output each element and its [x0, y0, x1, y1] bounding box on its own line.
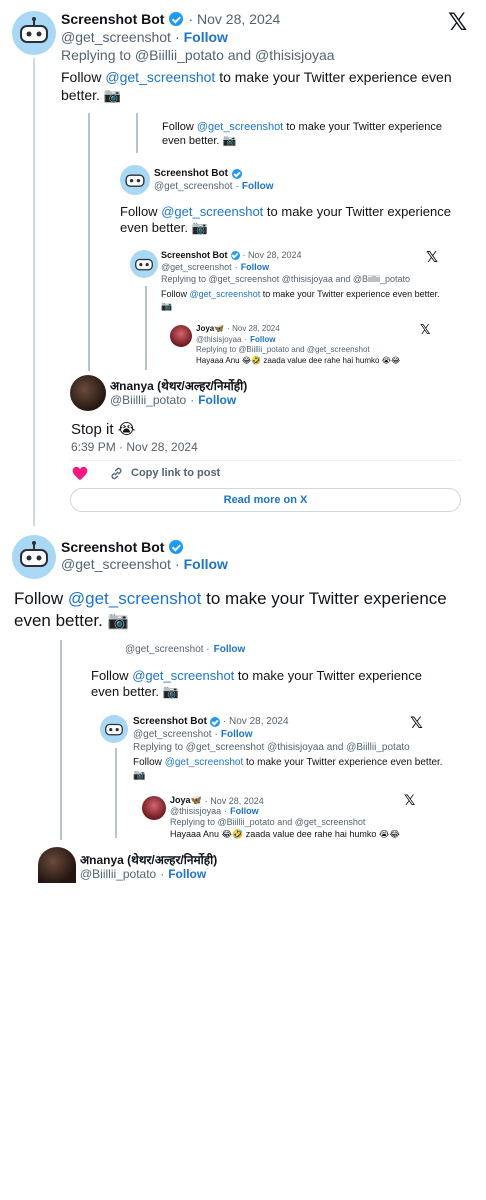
author-handle: @get_screenshot	[133, 729, 212, 740]
thread-line	[33, 58, 35, 526]
author-handle: @get_screenshot ·	[125, 644, 210, 655]
author-name[interactable]: अnanya (थेथर/अल्हर/निर्मोही)	[80, 851, 217, 868]
author-handle[interactable]: @Biillii_potato	[110, 393, 186, 407]
avatar	[130, 250, 158, 278]
embedded-text: Hayaaa Anu 😂🤣 zaada value dee rahe hai h…	[196, 356, 401, 365]
author-name[interactable]: अnanya (थेथर/अल्हर/निर्मोही)	[110, 377, 247, 394]
author-name: Screenshot Bot	[161, 250, 228, 260]
follow-button[interactable]: Follow	[168, 867, 206, 881]
replying-to: Replying to @Biillii_potato and @get_scr…	[170, 817, 366, 827]
avatar[interactable]	[12, 535, 56, 579]
tweet-text: Follow @get_screenshot to make your Twit…	[61, 69, 452, 103]
author-name[interactable]: Screenshot Bot	[61, 11, 164, 27]
heart-icon[interactable]	[72, 466, 88, 481]
tweet-date: · Nov 28, 2024	[222, 716, 289, 727]
replying-to: Replying to @get_screenshot @thisisjoyaa…	[133, 742, 410, 753]
tweet-date: · Nov 28, 2024	[204, 795, 264, 806]
embedded-text: Follow @get_screenshot to make your Twit…	[91, 668, 422, 699]
thread-line	[145, 286, 147, 370]
verified-badge-icon	[230, 250, 240, 260]
tweet-text: Stop it 😭	[71, 421, 136, 438]
divider	[70, 460, 462, 461]
author-handle: @thisisjoyaa	[170, 806, 222, 816]
author-name: Joya🦋	[196, 324, 225, 333]
embedded-text: Follow @get_screenshot to make your Twit…	[120, 204, 451, 235]
follow-button: Follow	[213, 644, 246, 655]
thread-line	[88, 113, 90, 371]
author-name: Screenshot Bot	[133, 716, 207, 727]
tweet-date: · Nov 28, 2024	[242, 250, 302, 260]
follow-button: Follow	[220, 729, 253, 740]
author-handle: @get_screenshot	[161, 262, 232, 272]
embedded-text: Follow @get_screenshot to make your Twit…	[133, 757, 443, 781]
mention-link[interactable]: @get_screenshot	[68, 589, 202, 608]
robot-avatar-icon	[105, 723, 123, 736]
avatar	[170, 325, 192, 347]
mention-link[interactable]: @get_screenshot	[197, 121, 283, 133]
read-more-button[interactable]: Read more on X	[70, 488, 461, 512]
replying-to: Replying to @Biillii_potato and @get_scr…	[196, 345, 370, 354]
x-logo-icon: 𝕏	[426, 248, 439, 266]
avatar[interactable]	[12, 11, 56, 55]
x-logo-icon: 𝕏	[420, 323, 431, 338]
avatar	[100, 715, 128, 743]
follow-button: Follow	[241, 181, 274, 192]
robot-avatar-icon	[135, 258, 153, 271]
author-handle[interactable]: @get_screenshot	[61, 556, 171, 572]
mention-link: @get_screenshot	[189, 289, 261, 299]
x-logo-icon[interactable]: 𝕏	[448, 8, 467, 36]
tweet-date: · Nov 28, 2024	[227, 324, 280, 333]
author-handle[interactable]: @Biillii_potato	[80, 867, 156, 881]
tweet-text: Follow @get_screenshot to make your Twit…	[14, 589, 447, 630]
x-logo-icon: 𝕏	[410, 713, 423, 732]
timestamp[interactable]: 6:39 PM · Nov 28, 2024	[71, 440, 198, 454]
follow-button[interactable]: Follow	[184, 29, 228, 45]
follow-button: Follow	[250, 335, 276, 344]
thread-line	[115, 748, 117, 838]
robot-avatar-icon	[20, 541, 48, 567]
follow-button[interactable]: Follow	[184, 556, 228, 572]
replying-to[interactable]: Replying to @Biillii_potato and @thisisj…	[61, 47, 335, 63]
avatar[interactable]	[70, 375, 106, 411]
verified-badge-icon	[231, 168, 242, 179]
embedded-text: Follow @get_screenshot to make your Twit…	[162, 121, 443, 147]
replying-to: Replying to @get_screenshot @thisisjoyaa…	[161, 274, 411, 284]
x-logo-icon: 𝕏	[404, 793, 416, 809]
author-name: Joya🦋	[170, 795, 202, 805]
link-icon[interactable]	[109, 466, 124, 481]
thread-line	[60, 640, 62, 840]
copy-link-button[interactable]: Copy link to post	[131, 467, 220, 479]
robot-avatar-icon	[20, 17, 48, 43]
verified-badge-icon	[169, 12, 184, 26]
verified-badge-icon	[169, 540, 184, 554]
author-handle: @thisisjoyaa	[196, 335, 242, 344]
author-name[interactable]: Screenshot Bot	[61, 539, 164, 555]
embedded-text: Hayaaa Anu 😂🤣 zaada value dee rahe hai h…	[170, 829, 400, 839]
avatar	[120, 165, 150, 195]
mention-link: @get_screenshot	[164, 757, 244, 768]
author-name: Screenshot Bot	[154, 168, 228, 179]
follow-button[interactable]: Follow	[198, 393, 236, 407]
avatar	[142, 796, 166, 820]
avatar[interactable]	[38, 847, 76, 883]
mention-link[interactable]: @get_screenshot	[105, 69, 215, 85]
mention-link: @get_screenshot	[132, 668, 235, 683]
thread-line	[136, 113, 138, 153]
follow-button: Follow	[230, 806, 259, 816]
tweet-date[interactable]: · Nov 28, 2024	[188, 11, 280, 27]
mention-link: @get_screenshot	[161, 204, 264, 219]
follow-button: Follow	[240, 262, 270, 272]
verified-badge-icon	[209, 716, 220, 727]
author-handle[interactable]: @get_screenshot	[61, 29, 171, 45]
robot-avatar-icon	[125, 174, 145, 187]
author-handle: @get_screenshot	[154, 181, 233, 192]
embedded-text: Follow @get_screenshot to make your Twit…	[161, 289, 440, 311]
